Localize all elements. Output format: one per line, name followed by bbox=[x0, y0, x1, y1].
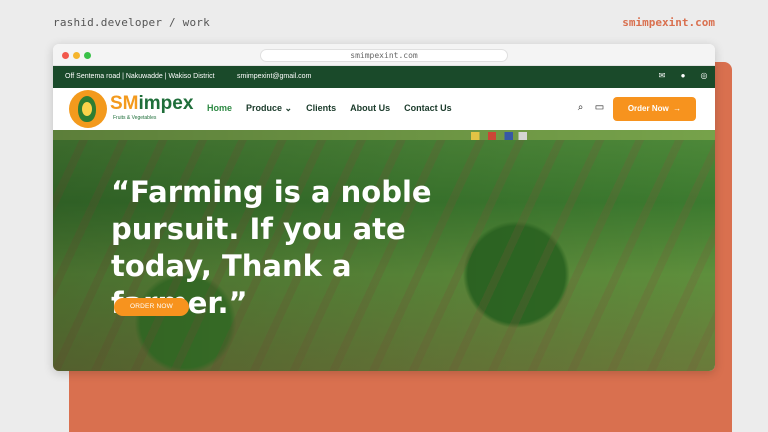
main-nav: Home Produce ⌄ Clients About Us Contact … bbox=[207, 103, 452, 114]
close-window-dot[interactable] bbox=[62, 52, 69, 59]
nav-clients[interactable]: Clients bbox=[306, 103, 336, 114]
email-icon[interactable]: ✉ bbox=[657, 71, 667, 81]
social-icons: ✉ ● ◎ bbox=[657, 71, 709, 81]
nav-utility-icons: ⌕ ▭ bbox=[575, 102, 605, 113]
chat-icon[interactable]: ▭ bbox=[594, 102, 605, 113]
minimize-window-dot[interactable] bbox=[73, 52, 80, 59]
hero-banner: “Farming is a noble pursuit. If you ate … bbox=[53, 130, 715, 371]
site-navbar: SMimpex Fruits & Vegetables Home Produce… bbox=[53, 88, 715, 130]
contact-email[interactable]: smimpexint@gmail.com bbox=[237, 73, 311, 80]
site-domain-label[interactable]: smimpexint.com bbox=[622, 16, 715, 29]
nav-home[interactable]: Home bbox=[207, 103, 232, 114]
site-topbar: Off Sentema road | Nakuwadde | Wakiso Di… bbox=[53, 66, 715, 88]
location-text: Off Sentema road | Nakuwadde | Wakiso Di… bbox=[65, 73, 215, 80]
maximize-window-dot[interactable] bbox=[84, 52, 91, 59]
logo-emblem[interactable] bbox=[69, 90, 107, 128]
arrow-right-icon: → bbox=[673, 104, 682, 113]
portfolio-breadcrumb: rashid.developer / work bbox=[53, 16, 210, 29]
instagram-icon[interactable]: ◎ bbox=[699, 71, 709, 81]
facebook-icon[interactable]: ● bbox=[678, 71, 688, 81]
search-icon[interactable]: ⌕ bbox=[575, 102, 586, 113]
order-now-button[interactable]: Order Now → bbox=[613, 97, 696, 121]
chevron-down-icon: ⌄ bbox=[284, 103, 293, 113]
nav-produce[interactable]: Produce ⌄ bbox=[246, 103, 292, 114]
logo-wordmark[interactable]: SMimpex bbox=[110, 94, 193, 114]
address-bar[interactable]: smimpexint.com bbox=[260, 49, 508, 62]
logo-fruit-shape bbox=[82, 102, 92, 116]
nav-contact[interactable]: Contact Us bbox=[404, 103, 452, 114]
browser-chrome: smimpexint.com bbox=[53, 44, 715, 66]
logo-tagline: Fruits & Vegetables bbox=[113, 115, 157, 121]
nav-about[interactable]: About Us bbox=[350, 103, 390, 114]
browser-window: smimpexint.com Off Sentema road | Nakuwa… bbox=[53, 44, 715, 371]
hero-order-button[interactable]: ORDER NOW bbox=[114, 298, 189, 316]
